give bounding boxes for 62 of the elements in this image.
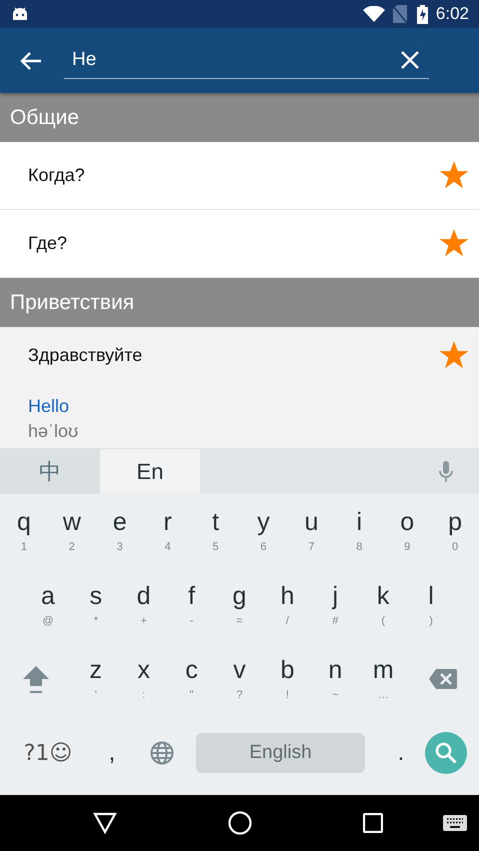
close-icon[interactable]: [401, 51, 419, 69]
keyboard-key[interactable]: j #: [311, 568, 360, 642]
search-icon: [435, 742, 457, 764]
wifi-icon: [362, 6, 385, 22]
microphone-icon[interactable]: [439, 460, 453, 482]
keyboard-key[interactable]: f -: [168, 568, 216, 642]
keyboard-key[interactable]: h /: [263, 568, 312, 642]
star-icon[interactable]: [439, 229, 469, 258]
shift-icon: [22, 664, 50, 694]
keyboard-key[interactable]: l ): [407, 568, 456, 642]
translation-text: Hello: [28, 396, 70, 417]
back-button[interactable]: [20, 50, 42, 70]
keyboard-icon[interactable]: [443, 815, 467, 831]
input-language-tab[interactable]: En: [100, 449, 200, 494]
period-key[interactable]: .: [377, 738, 425, 768]
keyboard-key[interactable]: b !: [263, 642, 312, 716]
comma-key[interactable]: ,: [88, 738, 136, 768]
keyboard-key[interactable]: s *: [72, 568, 120, 642]
phrase-text: Когда?: [28, 165, 85, 186]
keyboard-key[interactable]: p 0: [431, 494, 479, 568]
keyboard-key[interactable]: n ~: [311, 642, 360, 716]
phrase-text: Где?: [28, 233, 68, 254]
keyboard-key[interactable]: a @: [24, 568, 72, 642]
space-bar[interactable]: English: [196, 733, 365, 773]
symbols-key[interactable]: ?1☺: [8, 740, 88, 766]
phrase-text: Здравствуйте: [28, 345, 142, 366]
keyboard-key[interactable]: c ": [168, 642, 216, 716]
back-nav-icon[interactable]: [93, 812, 117, 834]
android-icon: [12, 7, 28, 21]
input-language-tab[interactable]: 中: [0, 449, 100, 494]
search-input[interactable]: He: [72, 49, 401, 71]
phrase-item[interactable]: Здравствуйте Hello həˈloʊ: [0, 327, 479, 449]
keyboard-key[interactable]: d +: [120, 568, 168, 642]
section-header: Общие: [0, 93, 479, 142]
no-sim-icon: [392, 5, 407, 23]
keyboard-key[interactable]: o 9: [383, 494, 432, 568]
search-field[interactable]: He: [64, 42, 429, 78]
transcription-text: həˈloʊ: [28, 421, 78, 442]
section-header: Приветствия: [0, 278, 479, 327]
keyboard-key[interactable]: r 4: [144, 494, 192, 568]
home-nav-icon[interactable]: [228, 811, 252, 835]
battery-charging-icon: [416, 4, 428, 24]
star-icon[interactable]: [439, 341, 469, 370]
recents-nav-icon[interactable]: [363, 813, 383, 833]
status-time: 6:02: [436, 4, 469, 24]
keyboard-key[interactable]: x :: [120, 642, 168, 716]
keyboard-key[interactable]: u 7: [287, 494, 336, 568]
star-icon[interactable]: [439, 161, 469, 190]
keyboard-key[interactable]: m …: [359, 642, 408, 716]
keyboard-key[interactable]: g =: [216, 568, 264, 642]
keyboard-key[interactable]: e 3: [96, 494, 144, 568]
globe-icon[interactable]: [150, 741, 174, 765]
keyboard-key[interactable]: z ': [72, 642, 120, 716]
backspace-icon: [429, 668, 458, 690]
keyboard-key[interactable]: k (: [359, 568, 408, 642]
keyboard-key[interactable]: i 8: [335, 494, 384, 568]
keyboard-key[interactable]: v ?: [216, 642, 264, 716]
search-button[interactable]: [425, 732, 467, 774]
keyboard-key[interactable]: y 6: [240, 494, 288, 568]
keyboard-key[interactable]: q 1: [0, 494, 48, 568]
keyboard-key[interactable]: t 5: [192, 494, 240, 568]
keyboard-key[interactable]: w 2: [48, 494, 96, 568]
